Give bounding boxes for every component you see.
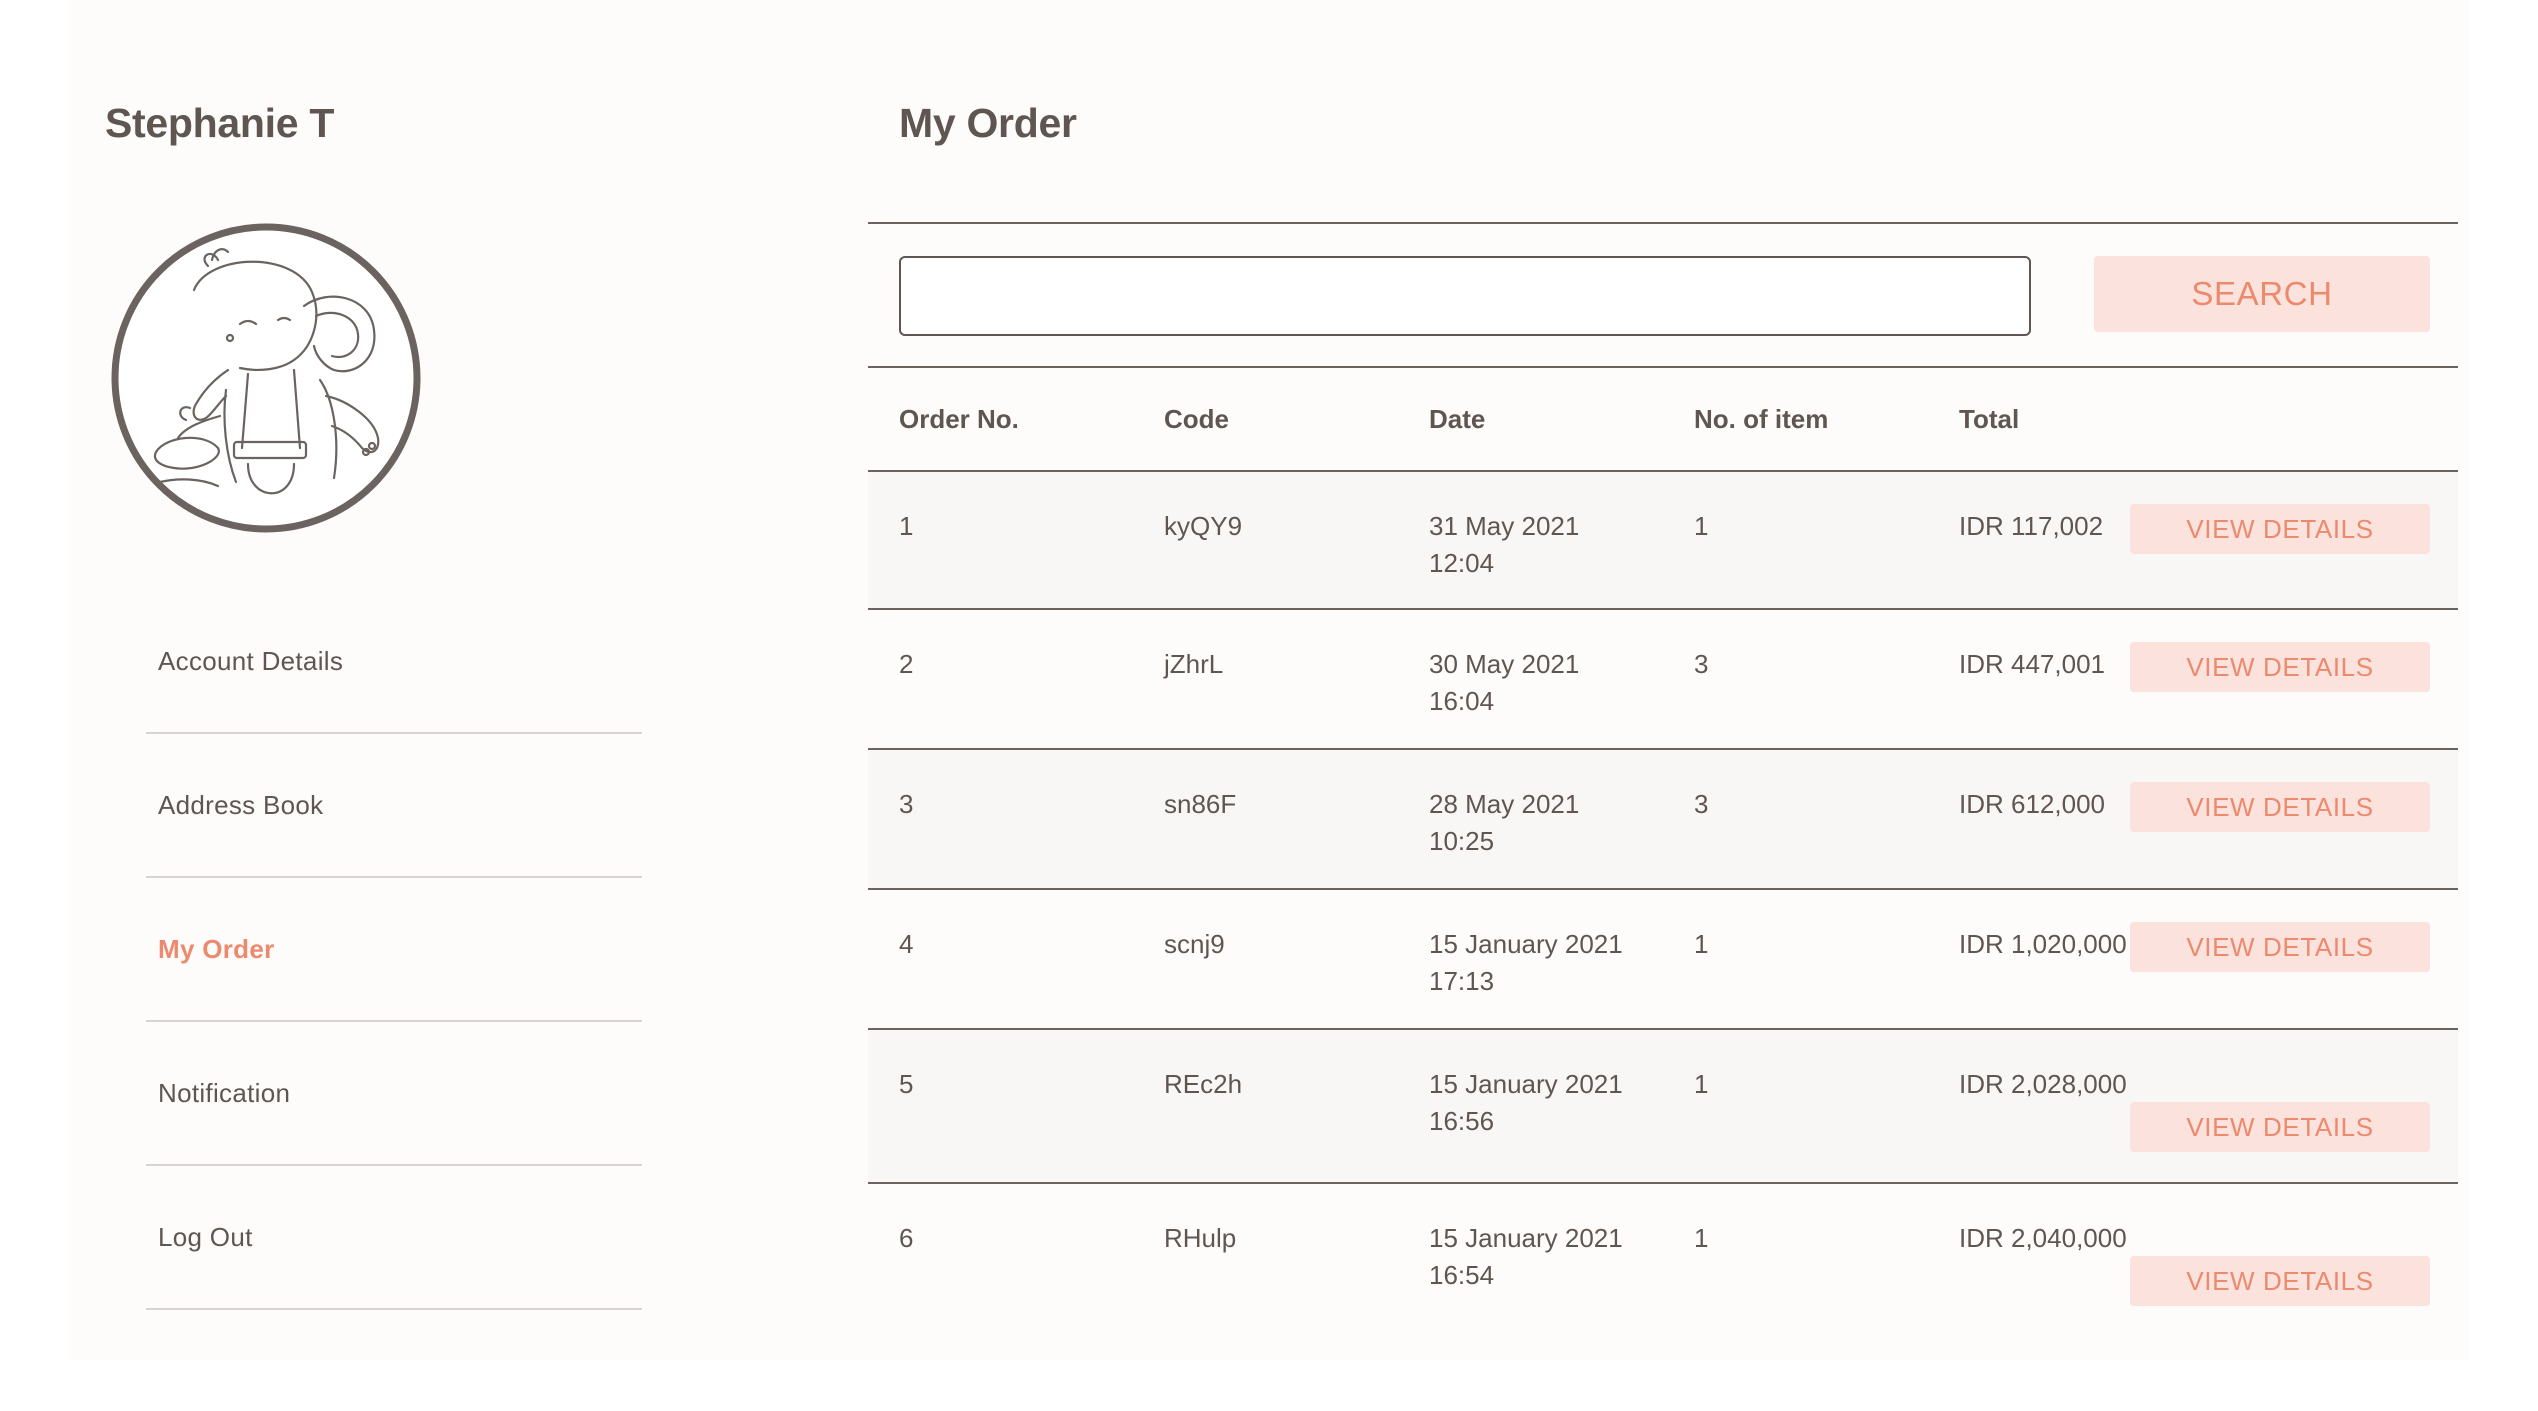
time-text: 10:25 <box>1429 826 1495 856</box>
code-cell: jZhrL <box>1164 649 1224 679</box>
divider <box>868 222 2458 224</box>
view-details-button[interactable]: VIEW DETAILS <box>2130 504 2430 554</box>
code-cell: sn86F <box>1164 789 1237 819</box>
sidebar-item-label: Address Book <box>158 790 324 820</box>
items-cell: 1 <box>1694 929 1709 959</box>
column-header-date: Date <box>1429 404 1486 434</box>
table-header: Order No. Code Date No. of item Total <box>868 370 2458 472</box>
order-no-cell: 6 <box>899 1223 914 1253</box>
items-cell: 1 <box>1694 1223 1709 1253</box>
date-cell: 15 January 2021 16:56 <box>1429 1066 1623 1140</box>
orders-table: 1 kyQY9 31 May 2021 12:04 1 IDR 117,002 … <box>868 470 2458 1324</box>
code-cell: kyQY9 <box>1164 511 1243 541</box>
order-no-cell: 3 <box>899 789 914 819</box>
table-row: 5 REc2h 15 January 2021 16:56 1 IDR 2,02… <box>868 1030 2458 1184</box>
column-header-total: Total <box>1959 404 2020 434</box>
total-cell: IDR 1,020,000 <box>1959 929 2127 959</box>
avatar <box>111 223 421 533</box>
date-cell: 15 January 2021 17:13 <box>1429 926 1623 1000</box>
total-cell: IDR 117,002 <box>1959 511 2104 541</box>
date-text: 15 January 2021 <box>1429 1223 1623 1253</box>
sidebar-item-notification[interactable]: Notification <box>146 1022 642 1166</box>
sidebar-item-label: My Order <box>158 934 275 964</box>
date-cell: 28 May 2021 10:25 <box>1429 786 1579 860</box>
code-cell: REc2h <box>1164 1069 1243 1099</box>
time-text: 16:04 <box>1429 686 1495 716</box>
date-text: 15 January 2021 <box>1429 1069 1623 1099</box>
items-cell: 3 <box>1694 649 1709 679</box>
total-cell: IDR 2,028,000 <box>1959 1069 2127 1099</box>
page: Stephanie T Account Details Address Book… <box>0 0 2538 1411</box>
view-details-button[interactable]: VIEW DETAILS <box>2130 642 2430 692</box>
account-nav: Account Details Address Book My Order No… <box>146 590 642 1310</box>
code-cell: RHulp <box>1164 1223 1237 1253</box>
time-text: 12:04 <box>1429 548 1495 578</box>
divider <box>868 366 2458 368</box>
sidebar-item-address-book[interactable]: Address Book <box>146 734 642 878</box>
sidebar-item-log-out[interactable]: Log Out <box>146 1166 642 1310</box>
table-row: 1 kyQY9 31 May 2021 12:04 1 IDR 117,002 … <box>868 470 2458 610</box>
date-text: 28 May 2021 <box>1429 789 1580 819</box>
sidebar-item-label: Log Out <box>158 1222 253 1252</box>
view-details-button[interactable]: VIEW DETAILS <box>2130 1102 2430 1152</box>
sidebar-item-account-details[interactable]: Account Details <box>146 590 642 734</box>
time-text: 17:13 <box>1429 966 1495 996</box>
table-row: 6 RHulp 15 January 2021 16:54 1 IDR 2,04… <box>868 1184 2458 1324</box>
items-cell: 3 <box>1694 789 1709 819</box>
table-row: 3 sn86F 28 May 2021 10:25 3 IDR 612,000 … <box>868 750 2458 890</box>
table-row: 2 jZhrL 30 May 2021 16:04 3 IDR 447,001 … <box>868 610 2458 750</box>
date-cell: 31 May 2021 12:04 <box>1429 508 1579 582</box>
column-header-no-of-item: No. of item <box>1694 404 1829 434</box>
time-text: 16:56 <box>1429 1106 1495 1136</box>
column-header-code: Code <box>1164 404 1229 434</box>
user-name: Stephanie T <box>105 100 335 146</box>
sidebar-item-label: Notification <box>158 1078 291 1108</box>
sidebar-item-my-order[interactable]: My Order <box>146 878 642 1022</box>
date-text: 31 May 2021 <box>1429 511 1580 541</box>
items-cell: 1 <box>1694 511 1709 541</box>
order-no-cell: 1 <box>899 511 914 541</box>
total-cell: IDR 447,001 <box>1959 649 2105 679</box>
order-no-cell: 5 <box>899 1069 914 1099</box>
total-cell: IDR 612,000 <box>1959 789 2105 819</box>
search-button[interactable]: SEARCH <box>2094 256 2430 332</box>
view-details-button[interactable]: VIEW DETAILS <box>2130 922 2430 972</box>
code-cell: scnj9 <box>1164 929 1225 959</box>
date-text: 30 May 2021 <box>1429 649 1580 679</box>
order-no-cell: 4 <box>899 929 914 959</box>
column-header-order-no: Order No. <box>899 404 1019 434</box>
date-cell: 30 May 2021 16:04 <box>1429 646 1579 720</box>
date-cell: 15 January 2021 16:54 <box>1429 1220 1623 1294</box>
page-title: My Order <box>899 100 1077 146</box>
view-details-button[interactable]: VIEW DETAILS <box>2130 1256 2430 1306</box>
total-cell: IDR 2,040,000 <box>1959 1223 2127 1253</box>
view-details-button[interactable]: VIEW DETAILS <box>2130 782 2430 832</box>
sidebar-item-label: Account Details <box>158 646 344 676</box>
table-row: 4 scnj9 15 January 2021 17:13 1 IDR 1,02… <box>868 890 2458 1030</box>
order-no-cell: 2 <box>899 649 914 679</box>
date-text: 15 January 2021 <box>1429 929 1623 959</box>
search-input[interactable] <box>899 256 2031 336</box>
items-cell: 1 <box>1694 1069 1709 1099</box>
time-text: 16:54 <box>1429 1260 1495 1290</box>
